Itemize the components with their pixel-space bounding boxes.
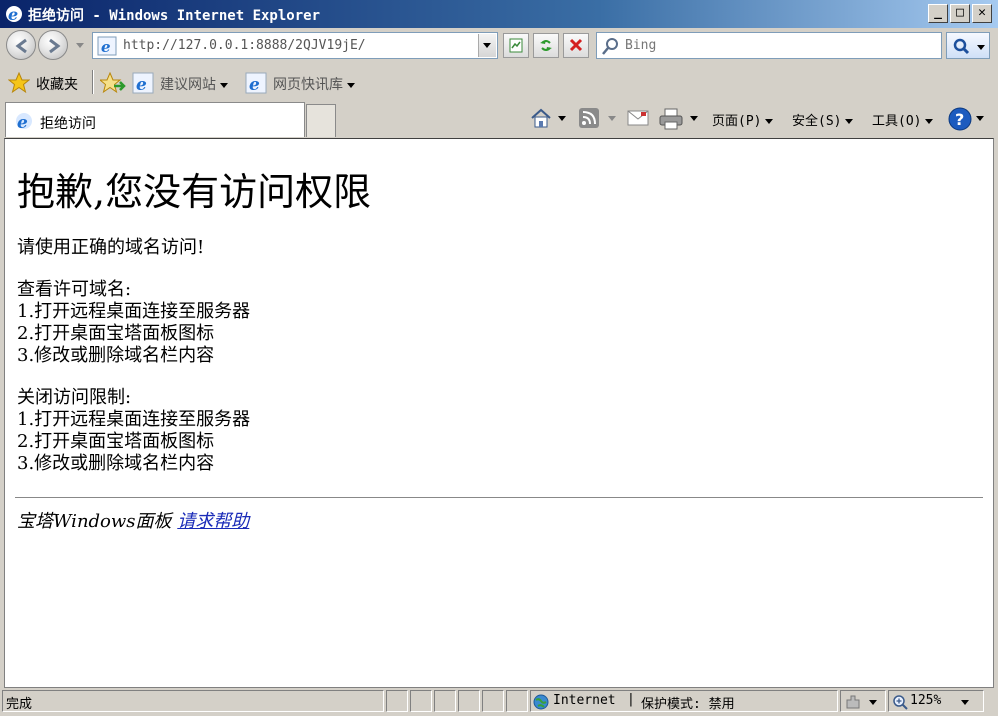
favorites-button[interactable]: 收藏夹 — [36, 74, 78, 94]
address-dropdown-button[interactable] — [478, 34, 496, 57]
home-icon[interactable] — [530, 107, 552, 129]
feeds-dropdown-icon[interactable] — [608, 116, 616, 121]
list-item: 2.打开桌面宝塔面板图标 — [17, 323, 215, 344]
status-panel: 完成 — [2, 690, 384, 712]
svg-text:e: e — [101, 38, 111, 56]
status-text: 完成 — [6, 697, 33, 712]
address-bar[interactable]: e http://127.0.0.1:8888/2QJV19jE/ — [92, 32, 498, 59]
section-disable-restriction-title: 关闭访问限制: — [17, 387, 132, 408]
svg-text:e: e — [136, 75, 147, 94]
stop-icon — [569, 38, 583, 52]
addons-panel[interactable] — [840, 690, 886, 712]
svg-text:?: ? — [955, 110, 964, 129]
search-box[interactable]: Bing — [596, 32, 942, 59]
address-toolbar: e http://127.0.0.1:8888/2QJV19jE/ Bing — [0, 28, 998, 64]
web-slice-gallery-link[interactable]: 网页快讯库 — [273, 74, 355, 94]
read-mail-icon[interactable] — [626, 109, 650, 127]
security-zone-text: Internet — [553, 693, 616, 708]
safety-menu[interactable]: 安全(S) — [792, 110, 854, 129]
favorites-bar: 收藏夹 e 建议网站 e 网页快讯库 — [0, 64, 998, 100]
ie-page-icon: e — [97, 36, 117, 56]
ie-tab-icon: e — [16, 113, 32, 131]
help-link[interactable]: 请求帮助 — [177, 511, 249, 532]
feeds-icon[interactable] — [578, 107, 600, 129]
new-tab-button[interactable] — [306, 104, 336, 137]
search-options-icon — [977, 45, 985, 50]
suggested-sites-link[interactable]: 建议网站 — [160, 74, 228, 94]
ie-web-slice-icon: e — [245, 72, 267, 94]
forward-button[interactable] — [38, 30, 68, 60]
status-slot — [458, 690, 480, 712]
zoom-panel[interactable]: 125% — [888, 690, 984, 712]
list-item: 3.修改或删除域名栏内容 — [17, 453, 215, 474]
divider — [15, 497, 983, 498]
status-slot — [410, 690, 432, 712]
svg-text:e: e — [249, 75, 260, 94]
list-item: 2.打开桌面宝塔面板图标 — [17, 431, 215, 452]
footer-product-name: 宝塔Windows面板 — [17, 511, 172, 532]
zoom-dropdown-icon — [961, 700, 969, 705]
tools-menu[interactable]: 工具(O) — [872, 110, 934, 129]
globe-icon — [533, 694, 549, 710]
addons-dropdown-icon — [869, 700, 877, 705]
window-title: 拒绝访问 - Windows Internet Explorer — [28, 8, 321, 24]
ie-logo-icon: e — [6, 5, 22, 23]
favorites-star-icon — [8, 72, 30, 94]
back-button[interactable] — [6, 30, 36, 60]
intro-text: 请使用正确的域名访问! — [17, 237, 205, 258]
stop-button[interactable] — [563, 33, 589, 58]
page-footer: 宝塔Windows面板 请求帮助 — [17, 507, 249, 533]
section-permitted-domains-title: 查看许可域名: — [17, 279, 132, 300]
list-item: 1.打开远程桌面连接至服务器 — [17, 409, 251, 430]
help-icon[interactable]: ? — [948, 107, 972, 131]
svg-text:e: e — [8, 5, 18, 23]
tab-bar: e 拒绝访问 页面(P) 安全(S) 工具(O) ? — [0, 100, 998, 138]
status-bar: 完成 Internet | 保护模式: 禁用 125% — [0, 688, 998, 716]
title-bar[interactable]: e 拒绝访问 - Windows Internet Explorer _ □ ✕ — [0, 0, 998, 28]
print-dropdown-icon[interactable] — [690, 116, 698, 121]
search-provider-icon — [602, 38, 618, 55]
forward-arrow-icon — [49, 38, 61, 54]
add-to-favorites-icon[interactable] — [100, 72, 126, 94]
status-slot — [386, 690, 408, 712]
home-dropdown-icon[interactable] — [558, 116, 566, 121]
refresh-button[interactable] — [533, 33, 559, 58]
search-icon — [953, 38, 970, 55]
address-url[interactable]: http://127.0.0.1:8888/2QJV19jE/ — [123, 38, 366, 53]
separator — [92, 70, 94, 94]
status-slot — [506, 690, 528, 712]
security-zone-panel[interactable]: Internet | 保护模式: 禁用 — [530, 690, 838, 712]
protected-mode-text: 保护模式: 禁用 — [641, 697, 735, 712]
addons-icon — [846, 695, 860, 709]
search-button[interactable] — [946, 32, 990, 59]
search-input[interactable]: Bing — [625, 38, 656, 53]
ie-suggested-sites-icon: e — [132, 72, 154, 94]
separator: | — [627, 692, 635, 707]
page-menu[interactable]: 页面(P) — [712, 110, 774, 129]
tab-label: 拒绝访问 — [40, 116, 96, 132]
zoom-level: 125% — [910, 693, 942, 708]
help-dropdown-icon[interactable] — [976, 116, 984, 121]
refresh-icon — [540, 40, 552, 51]
print-icon[interactable] — [658, 107, 684, 131]
list-item: 3.修改或删除域名栏内容 — [17, 345, 215, 366]
list-item: 1.打开远程桌面连接至服务器 — [17, 301, 251, 322]
status-slot — [434, 690, 456, 712]
back-arrow-icon — [15, 38, 27, 54]
close-button[interactable]: ✕ — [972, 4, 992, 23]
status-slot — [482, 690, 504, 712]
page-content: 抱歉,您没有访问权限 请使用正确的域名访问! 查看许可域名: 1.打开远程桌面连… — [4, 138, 994, 688]
compatibility-view-button[interactable] — [503, 33, 529, 58]
svg-text:e: e — [17, 113, 28, 131]
page-title: 抱歉,您没有访问权限 — [17, 170, 372, 214]
tab-active[interactable]: e 拒绝访问 — [5, 102, 305, 137]
maximize-button[interactable]: □ — [950, 4, 970, 23]
history-dropdown-icon[interactable] — [76, 43, 84, 48]
minimize-button[interactable]: _ — [928, 4, 948, 23]
zoom-icon — [893, 695, 908, 710]
compatibility-icon — [509, 38, 523, 53]
